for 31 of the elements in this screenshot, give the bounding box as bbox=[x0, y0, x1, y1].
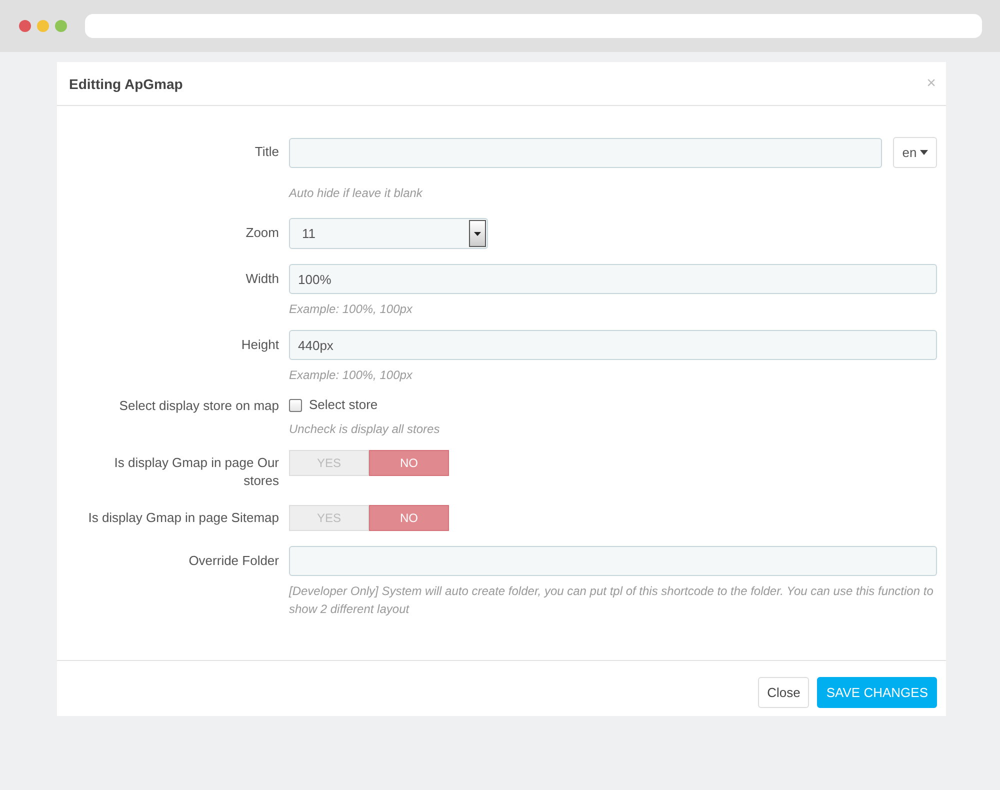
window-controls-icon bbox=[19, 20, 67, 32]
text-field[interactable] bbox=[289, 546, 937, 576]
help-text: Uncheck is display all stores bbox=[289, 421, 441, 438]
help-text: Example: 100%, 100px bbox=[289, 367, 414, 384]
text-field[interactable]: 440px bbox=[289, 330, 937, 360]
toggle-option[interactable]: NO bbox=[369, 505, 449, 531]
field-label: Is display Gmap in page Sitemap bbox=[87, 509, 280, 527]
modal-title: Editting ApGmap bbox=[69, 76, 183, 92]
checkbox[interactable] bbox=[289, 398, 302, 412]
field-label: Title bbox=[254, 143, 280, 161]
help-text: Auto hide if leave it blank bbox=[289, 185, 424, 202]
help-text: Example: 100%, 100px bbox=[289, 301, 414, 318]
field-label: Select display store on map bbox=[118, 397, 280, 415]
field-label: Width bbox=[244, 270, 280, 288]
field-label: Height bbox=[240, 336, 280, 354]
save-button[interactable]: SAVE CHANGES bbox=[817, 677, 937, 708]
close-button[interactable]: Close bbox=[758, 677, 810, 708]
language-dropdown[interactable]: en bbox=[893, 137, 937, 168]
zoom-select[interactable]: 11 bbox=[289, 218, 488, 249]
caret-icon bbox=[474, 232, 481, 236]
close-button[interactable]: × bbox=[926, 74, 936, 92]
toggle-option[interactable]: NO bbox=[369, 450, 449, 476]
field-label: Override Folder bbox=[188, 552, 280, 570]
field-label: Is display Gmap in page Our stores bbox=[113, 454, 280, 490]
address-bar[interactable] bbox=[85, 14, 982, 38]
checkbox-label: Select store bbox=[309, 396, 378, 414]
caret-icon bbox=[920, 150, 928, 155]
help-text: [Developer Only] System will auto create folder, you can put tpl of this shortcode to the folder. You can use this function to show 2 different layout bbox=[289, 583, 934, 618]
field-label: Zoom bbox=[244, 224, 280, 242]
text-field[interactable]: 100% bbox=[289, 264, 937, 294]
text-field[interactable] bbox=[289, 138, 882, 168]
